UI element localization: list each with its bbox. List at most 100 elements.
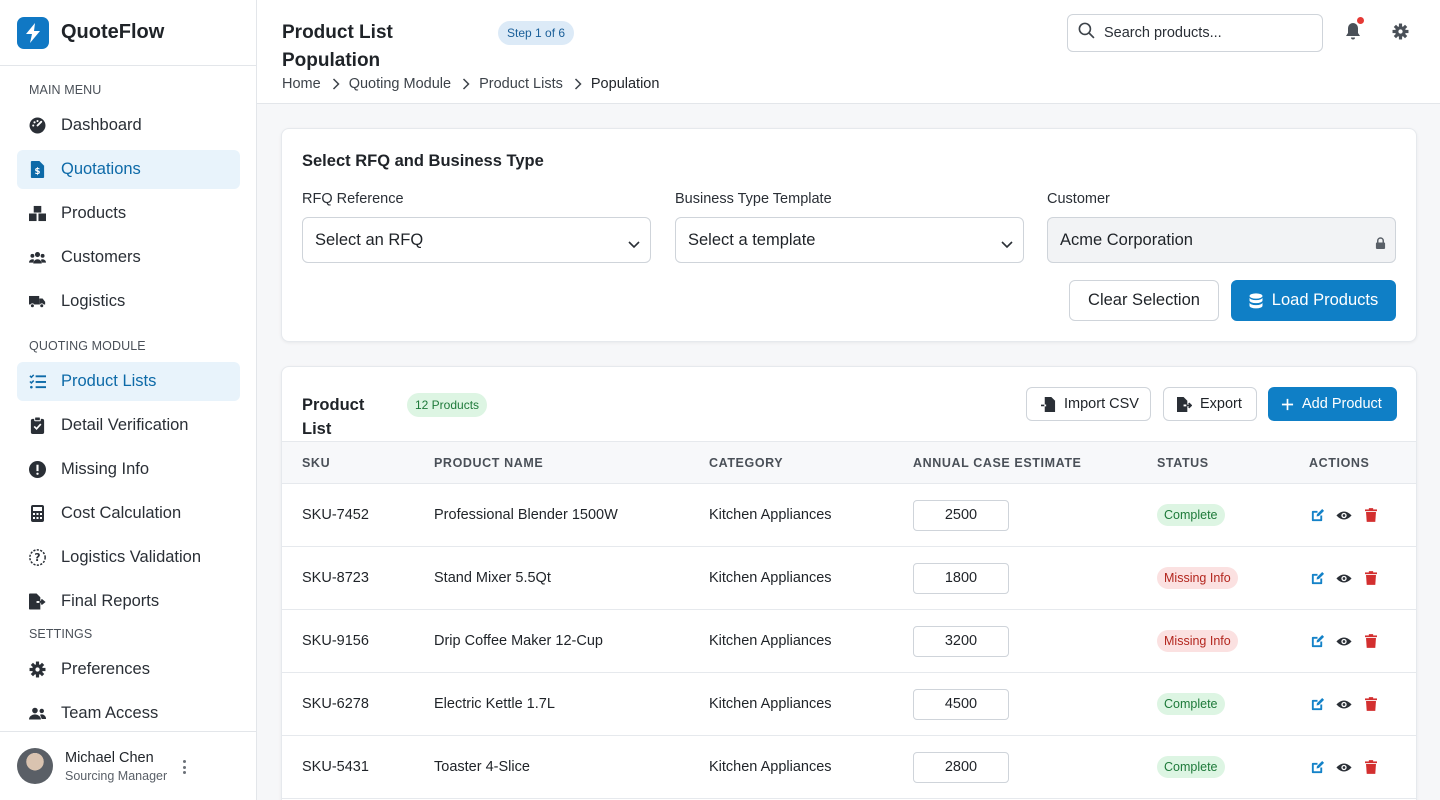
sidebar-item-label: Dashboard — [61, 116, 142, 134]
sidebar-item-detail-verification[interactable]: Detail Verification — [17, 406, 240, 445]
table-row: SKU-9156 Drip Coffee Maker 12-Cup Kitche… — [282, 610, 1416, 673]
eye-icon[interactable] — [1336, 759, 1352, 775]
template-select[interactable]: Select a template — [675, 217, 1024, 263]
column-header-category[interactable]: CATEGORY — [709, 442, 913, 484]
sidebar-item-logistics-validation[interactable]: ? Logistics Validation — [17, 538, 240, 577]
breadcrumb: Home Quoting Module Product Lists Popula… — [282, 76, 659, 92]
eye-icon[interactable] — [1336, 570, 1352, 586]
sidebar-item-missing-info[interactable]: Missing Info — [17, 450, 240, 489]
sidebar-item-logistics[interactable]: Logistics — [17, 282, 240, 321]
sidebar-item-label: Preferences — [61, 660, 150, 678]
product-name-cell: Toaster 4-Slice — [434, 759, 530, 775]
sidebar-item-label: Quotations — [61, 160, 141, 178]
gear-icon — [28, 661, 46, 679]
product-name-cell: Drip Coffee Maker 12-Cup — [434, 633, 603, 649]
sidebar-item-product-lists[interactable]: Product Lists — [17, 362, 240, 401]
load-products-button[interactable]: Load Products — [1231, 280, 1396, 321]
trash-icon[interactable] — [1363, 507, 1379, 523]
column-header-status[interactable]: STATUS — [1157, 442, 1309, 484]
user-role: Sourcing Manager — [65, 768, 168, 783]
annual-case-estimate-input[interactable] — [913, 688, 1009, 720]
chevron-right-icon — [574, 78, 582, 90]
sku-cell: SKU-5431 — [302, 759, 369, 775]
breadcrumb-home[interactable]: Home — [282, 76, 321, 92]
rfq-selection-card: Select RFQ and Business Type RFQ Referen… — [281, 128, 1417, 342]
breadcrumb-quoting-module[interactable]: Quoting Module — [349, 76, 451, 92]
column-header-annual-case-estimate[interactable]: ANNUAL CASE ESTIMATE — [913, 442, 1157, 484]
sidebar-item-final-reports[interactable]: Final Reports — [17, 582, 240, 621]
search-box[interactable] — [1067, 14, 1323, 52]
export-button[interactable]: Export — [1163, 387, 1257, 421]
edit-icon[interactable] — [1309, 696, 1325, 712]
column-header-sku[interactable]: SKU — [282, 442, 434, 484]
annual-case-estimate-input[interactable] — [913, 562, 1009, 594]
avatar — [17, 748, 53, 784]
more-options-icon[interactable] — [176, 757, 192, 777]
sidebar-item-label: Detail Verification — [61, 416, 189, 434]
annual-case-estimate-input[interactable] — [913, 625, 1009, 657]
eye-icon[interactable] — [1336, 633, 1352, 649]
edit-icon[interactable] — [1309, 759, 1325, 775]
user-profile[interactable]: Michael Chen Sourcing Manager — [0, 731, 256, 800]
customer-field: Acme Corporation — [1047, 217, 1396, 263]
bell-icon[interactable] — [1345, 17, 1364, 42]
edit-icon[interactable] — [1309, 633, 1325, 649]
quoting-module-label: QUOTING MODULE — [29, 339, 146, 353]
brand[interactable]: QuoteFlow — [0, 0, 256, 66]
list-check-icon — [28, 373, 46, 391]
sidebar-item-label: Products — [61, 204, 127, 222]
sidebar-item-products[interactable]: Products — [17, 194, 240, 233]
clear-selection-button[interactable]: Clear Selection — [1069, 280, 1219, 321]
eye-icon[interactable] — [1336, 507, 1352, 523]
gear-icon[interactable] — [1392, 23, 1410, 41]
estimate-cell — [913, 484, 1157, 547]
bolt-logo-icon — [17, 16, 49, 49]
add-product-label: Add Product — [1302, 396, 1382, 412]
add-product-button[interactable]: Add Product — [1268, 387, 1397, 421]
sidebar-item-dashboard[interactable]: Dashboard — [17, 106, 240, 145]
customer-label: Customer — [1047, 191, 1110, 207]
search-input[interactable] — [1104, 25, 1304, 41]
product-list-title: Product List — [302, 396, 365, 438]
product-count-badge: 12 Products — [407, 393, 488, 417]
boxes-icon — [28, 205, 46, 223]
eye-icon[interactable] — [1336, 696, 1352, 712]
annual-case-estimate-input[interactable] — [913, 499, 1009, 531]
main-menu-label: MAIN MENU — [29, 83, 102, 97]
status-cell: Missing Info — [1157, 610, 1309, 673]
actions-cell — [1309, 610, 1416, 673]
trash-icon[interactable] — [1363, 570, 1379, 586]
sidebar-item-customers[interactable]: Customers — [17, 238, 240, 277]
actions-cell — [1309, 736, 1416, 799]
status-badge: Complete — [1157, 504, 1225, 526]
status-badge: Complete — [1157, 756, 1225, 778]
annual-case-estimate-input[interactable] — [913, 751, 1009, 783]
chevron-down-icon — [1001, 235, 1014, 249]
breadcrumb-product-lists[interactable]: Product Lists — [479, 76, 563, 92]
breadcrumb-current: Population — [590, 76, 660, 92]
lock-icon — [1375, 235, 1387, 249]
estimate-cell — [913, 610, 1157, 673]
trash-icon[interactable] — [1363, 633, 1379, 649]
edit-icon[interactable] — [1309, 570, 1325, 586]
clipboard-check-icon — [28, 417, 46, 435]
sidebar-item-quotations[interactable]: $ Quotations — [17, 150, 240, 189]
file-import-icon — [1041, 396, 1064, 412]
import-csv-button[interactable]: Import CSV — [1026, 387, 1151, 421]
status-cell: Complete — [1157, 673, 1309, 736]
product-name-cell: Professional Blender 1500W — [434, 507, 618, 523]
rfq-select[interactable]: Select an RFQ — [302, 217, 651, 263]
user-meta: Michael Chen Sourcing Manager — [65, 750, 167, 783]
trash-icon[interactable] — [1363, 696, 1379, 712]
sku-cell: SKU-9156 — [302, 633, 369, 649]
column-header-product-name[interactable]: PRODUCT NAME — [434, 442, 709, 484]
sidebar-item-cost-calculation[interactable]: Cost Calculation — [17, 494, 240, 533]
sidebar-item-preferences[interactable]: Preferences — [17, 650, 240, 689]
edit-icon[interactable] — [1309, 507, 1325, 523]
trash-icon[interactable] — [1363, 759, 1379, 775]
rfq-select-value: Select an RFQ — [315, 230, 424, 249]
status-badge: Missing Info — [1157, 630, 1238, 652]
sidebar-item-team-access[interactable]: Team Access — [17, 694, 240, 733]
category-cell: Kitchen Appliances — [709, 570, 832, 586]
sidebar-item-label: Product Lists — [61, 372, 157, 390]
